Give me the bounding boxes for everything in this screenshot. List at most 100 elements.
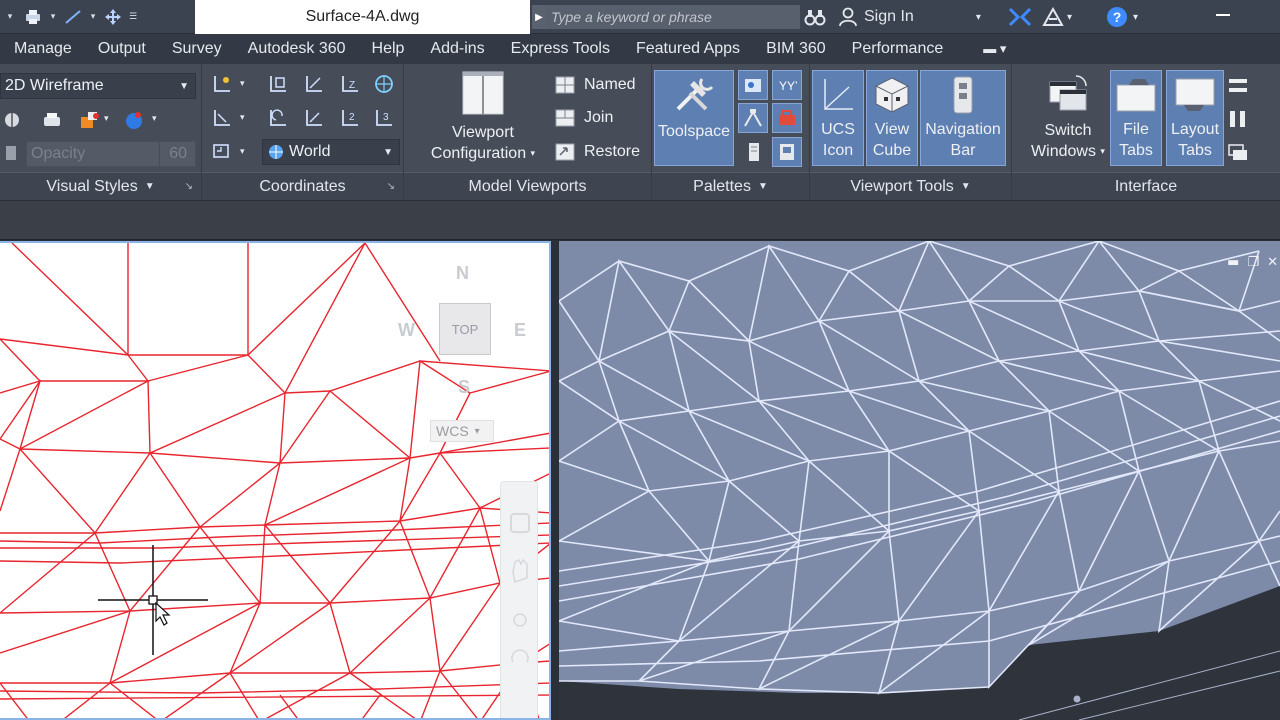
tab-performance[interactable]: Performance [836,40,954,58]
toolbox-icon[interactable] [772,103,802,133]
properties-palette-icon[interactable] [738,70,768,100]
dialog-launcher-icon[interactable]: ↘ [185,181,193,192]
tab-output[interactable]: Output [82,40,156,58]
viewport-configuration-button[interactable]: Viewport Configuration ▾ [418,70,548,170]
layout-tabs-label-2: Tabs [1178,142,1212,159]
tab-survey[interactable]: Survey [156,40,232,58]
qat-customize-icon[interactable]: ☰ [126,0,140,34]
ucs-z-icon[interactable]: 2 [338,106,362,130]
viewcube-west[interactable]: W [398,320,415,341]
ucs-3point-dropdown-icon[interactable]: ▾ [240,113,245,123]
design-center-icon[interactable] [772,137,802,167]
panel-title-visual-styles[interactable]: Visual Styles ▼ ↘ [0,172,201,200]
panel-title-model-viewports[interactable]: Model Viewports [404,172,651,200]
dialog-launcher-icon[interactable]: ↘ [387,181,395,192]
ucs-view-icon[interactable] [210,140,234,164]
binoculars-icon[interactable] [804,0,826,34]
ucs-previous-icon[interactable] [266,106,290,130]
tab-express-tools[interactable]: Express Tools [495,40,620,58]
move-icon[interactable] [100,0,126,34]
viewcube-east[interactable]: E [514,320,526,341]
viewport-restore-icon[interactable]: ❐ [1247,255,1259,270]
tab-help[interactable]: Help [356,40,415,58]
ucs-icon-button[interactable]: UCS Icon [812,70,864,166]
lights-dropdown-icon[interactable]: ▾ [152,114,157,124]
tab-bim-360[interactable]: BIM 360 [750,40,836,58]
sheet-set-icon[interactable] [742,140,766,164]
tile-horizontal-icon[interactable] [1226,74,1250,98]
lights-icon[interactable] [122,108,146,132]
sign-in-dropdown-icon[interactable]: ▾ [976,12,981,23]
panel-title-coordinates[interactable]: Coordinates ↘ [202,172,403,200]
viewport-close-icon[interactable]: ✕ [1267,255,1278,270]
ucs-origin-icon[interactable] [210,72,234,96]
navigation-bar-button[interactable]: Navigation Bar [920,70,1006,166]
qat-dropdown-icon[interactable]: ▾ [0,0,20,34]
ucs-3point-icon[interactable] [210,106,234,130]
navigation-bar-label-1: Navigation [925,121,1001,138]
tool-palettes-icon[interactable] [738,103,768,133]
viewcube-top-face[interactable]: TOP [439,303,491,355]
cascade-icon[interactable] [1226,141,1250,165]
join-viewports-button[interactable]: Join [554,105,613,131]
layout-tabs-icon [1175,78,1215,111]
viewport-3d[interactable]: ▬ ❐ ✕ [559,241,1280,720]
navigation-bar[interactable] [500,481,538,718]
ucs-menu[interactable]: WCS ▾ [430,420,494,442]
ucs-face-icon[interactable] [302,72,326,96]
document-title-tab[interactable]: Surface-4A.dwg [195,0,530,34]
tab-manage[interactable]: Manage [0,40,82,58]
exchange-apps-icon[interactable] [1008,0,1032,34]
help-icon[interactable]: ? ▾ [1106,0,1138,34]
line-tool-icon[interactable] [60,0,86,34]
ucs-named-icon[interactable] [266,72,290,96]
shadow-icon[interactable] [0,108,24,132]
a360-dropdown-icon[interactable]: ▾ [1067,12,1072,23]
viewcube-north[interactable]: N [456,263,469,284]
minimize-button[interactable] [1216,14,1230,16]
layout-tabs-button[interactable]: Layout Tabs [1166,70,1224,166]
visual-style-dropdown[interactable]: 2D Wireframe ▼ [0,73,196,99]
tab-autodesk-360[interactable]: Autodesk 360 [232,40,356,58]
line-dropdown-icon[interactable]: ▾ [86,0,100,34]
render-icon[interactable] [40,108,64,132]
tab-featured-apps[interactable]: Featured Apps [620,40,750,58]
search-input[interactable] [546,5,800,29]
viewport-window-controls: ▬ ❐ ✕ [1227,255,1278,270]
materials-dropdown-icon[interactable]: ▾ [104,114,109,124]
orbit-icon [511,649,529,663]
toolspace-button[interactable]: Toolspace [654,70,734,166]
switch-windows-icon [1049,75,1087,111]
opacity-slider[interactable]: Opacity 60 [26,141,196,167]
tile-vertical-icon[interactable] [1226,107,1250,131]
ucs-world-icon[interactable] [372,72,396,96]
ucs-object-icon[interactable]: Z [338,72,362,96]
a360-icon[interactable]: ▾ [1042,0,1072,34]
ucs-y-icon[interactable]: 3 [372,106,396,130]
viewport-minimize-icon[interactable]: ▬ [1227,255,1239,270]
ucs-dropdown[interactable]: World ▼ [262,139,400,165]
named-viewports-icon [554,74,576,96]
restore-viewports-button[interactable]: Restore [554,139,640,165]
named-viewports-button[interactable]: Named [554,72,636,98]
ucs-view-dropdown-icon[interactable]: ▾ [240,147,245,157]
tab-add-ins[interactable]: Add-ins [414,40,494,58]
help-dropdown-icon[interactable]: ▾ [1133,12,1138,23]
layer-palette-icon[interactable]: YYY [772,70,802,100]
plot-dropdown-icon[interactable]: ▾ [46,0,60,34]
view-cube-button[interactable]: View Cube [866,70,918,166]
search-expand-icon[interactable]: ▶ [532,5,546,29]
panel-title-palettes[interactable]: Palettes ▼ [652,172,809,200]
plot-icon[interactable] [20,0,46,34]
ucs-dropdown-icon[interactable]: ▾ [240,79,245,89]
switch-windows-button[interactable]: Switch Windows ▾ [1022,70,1114,170]
ucs-x-icon[interactable] [302,106,326,130]
panel-title-viewport-tools[interactable]: Viewport Tools ▼ [810,172,1011,200]
file-tabs-button[interactable]: File Tabs [1110,70,1162,166]
materials-icon[interactable] [78,108,102,132]
viewcube-south[interactable]: S [458,377,470,398]
viewport-top-2d[interactable]: N W E S TOP WCS ▾ [0,241,551,720]
sign-in-button[interactable]: Sign In ▾ [838,0,981,34]
panel-title-interface[interactable]: Interface [1012,172,1280,200]
ribbon-minimize-toggle[interactable]: ▬ ▾ [953,41,1016,57]
